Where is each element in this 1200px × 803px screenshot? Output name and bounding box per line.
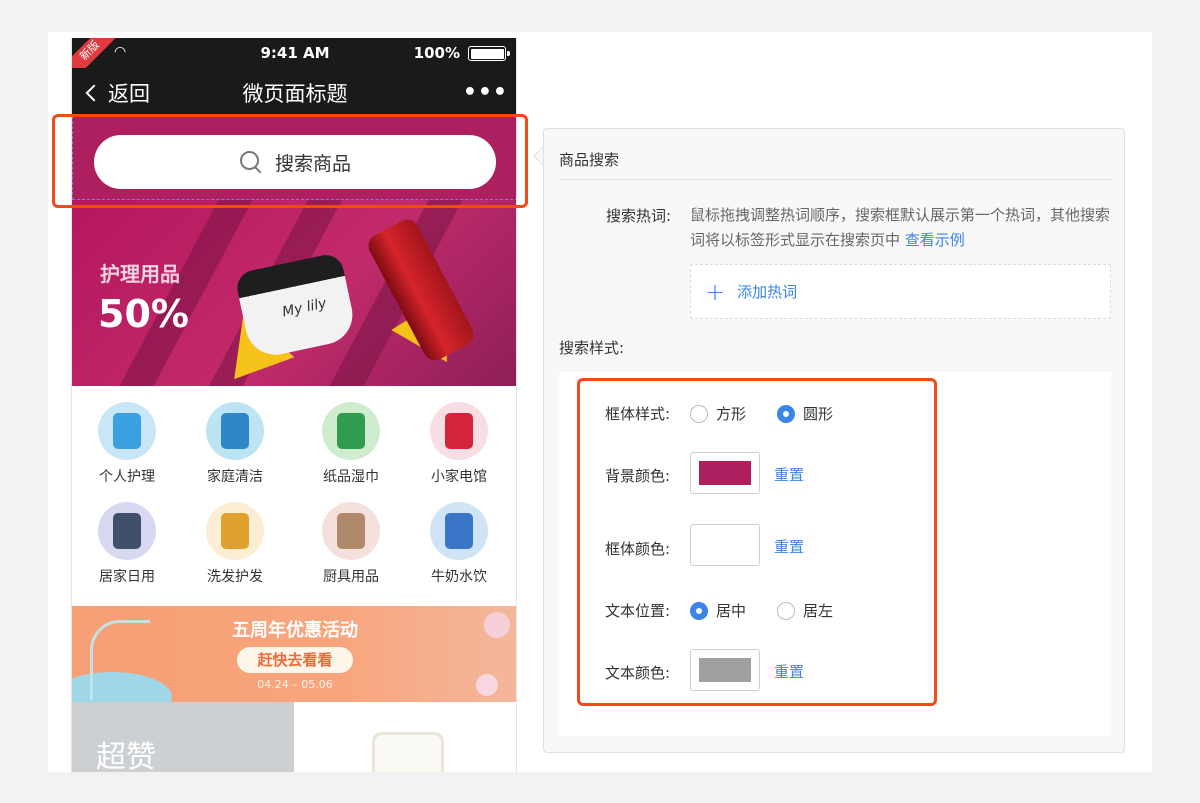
style-highlight-frame xyxy=(577,378,937,706)
search-style-label: 搜索样式: xyxy=(559,339,625,357)
blender-image xyxy=(372,732,444,772)
plus-icon: + xyxy=(705,277,726,306)
add-hot-word-button[interactable]: + 添加热词 xyxy=(690,264,1111,319)
product-tile[interactable] xyxy=(294,702,516,772)
category-item[interactable]: 小家电馆 xyxy=(404,402,514,486)
category-item[interactable]: 家庭清洁 xyxy=(180,402,290,486)
small-appliance-icon xyxy=(430,402,488,460)
category-item[interactable]: 厨具用品 xyxy=(296,502,406,586)
featured-tile[interactable]: 超赞 xyxy=(72,702,294,772)
category-label: 个人护理 xyxy=(99,469,155,485)
banner-discount: 50% xyxy=(98,292,189,336)
promo-button[interactable]: 赶快去看看 xyxy=(237,647,353,673)
featured-tile-text: 超赞 xyxy=(96,740,156,772)
category-item[interactable]: 居家日用 xyxy=(72,502,182,586)
kitchenware-icon xyxy=(322,502,380,560)
promo-title: 五周年优惠活动 xyxy=(232,620,358,641)
anniversary-banner[interactable]: 五周年优惠活动 赶快去看看 04.24 – 05.06 xyxy=(72,606,516,702)
hot-words-desc-text: 鼠标拖拽调整热词顺序，搜索框默认展示第一个热词，其他搜索词将以标签形式显示在搜索… xyxy=(690,206,1111,249)
paper-wipes-icon xyxy=(322,402,380,460)
banner-title: 护理用品 xyxy=(100,262,180,286)
search-highlight-frame xyxy=(52,114,528,208)
status-bar: 新版 ◠ 9:41 AM 100% xyxy=(72,38,516,86)
category-label: 纸品湿巾 xyxy=(323,469,379,485)
category-item[interactable]: 牛奶水饮 xyxy=(404,502,514,586)
personal-care-icon xyxy=(98,402,156,460)
home-daily-icon xyxy=(98,502,156,560)
canvas: 新版 ◠ 9:41 AM 100% 返回 微页面标题 ••• 搜索商品 My l… xyxy=(48,32,1152,772)
promo-banner[interactable]: My lily 护理用品 50% xyxy=(72,200,516,386)
divider xyxy=(559,179,1111,180)
category-label: 家庭清洁 xyxy=(207,469,263,485)
category-item[interactable]: 纸品湿巾 xyxy=(296,402,406,486)
more-icon[interactable]: ••• xyxy=(463,80,508,105)
nav-bar: 返回 微页面标题 ••• xyxy=(72,68,516,116)
add-hot-word-label: 添加热词 xyxy=(737,283,798,301)
category-label: 居家日用 xyxy=(99,569,155,585)
hot-words-description: 鼠标拖拽调整热词顺序，搜索框默认展示第一个热词，其他搜索词将以标签形式显示在搜索… xyxy=(690,203,1110,253)
milk-drinks-icon xyxy=(430,502,488,560)
panel-title: 商品搜索 xyxy=(559,151,620,169)
hair-care-icon xyxy=(206,502,264,560)
category-label: 厨具用品 xyxy=(323,569,379,585)
hot-words-label: 搜索热词: xyxy=(606,207,672,225)
page-title: 微页面标题 xyxy=(242,82,348,106)
category-grid: 个人护理 家庭清洁 纸品湿巾 小家电馆 居家日用 洗发护发 厨具用品 牛奶水饮 xyxy=(72,386,516,606)
view-example-link[interactable]: 查看示例 xyxy=(905,231,965,249)
category-item[interactable]: 个人护理 xyxy=(72,402,182,486)
category-label: 小家电馆 xyxy=(431,469,487,485)
category-item[interactable]: 洗发护发 xyxy=(180,502,290,586)
category-label: 牛奶水饮 xyxy=(431,569,487,585)
battery-icon xyxy=(468,46,510,61)
category-label: 洗发护发 xyxy=(207,569,263,585)
promo-date: 04.24 – 05.06 xyxy=(257,678,333,691)
household-cleaning-icon xyxy=(206,402,264,460)
battery-percent: 100% xyxy=(413,44,460,62)
